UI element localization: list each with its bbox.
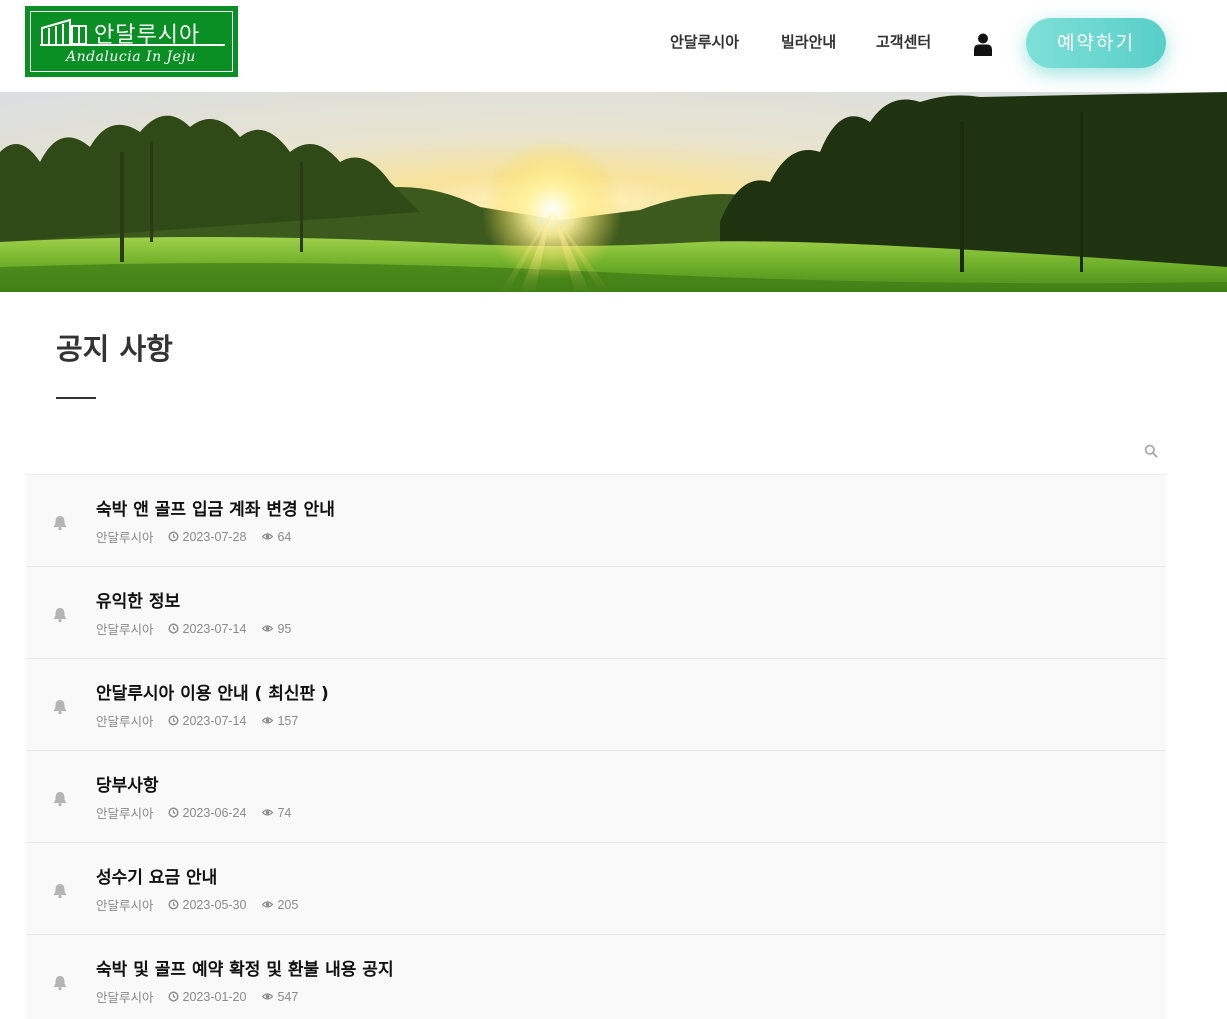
nav-item-customer-center[interactable]: 고객센터 <box>876 31 931 55</box>
notice-views-group: 157 <box>262 714 298 728</box>
notice-date-group: 2023-05-30 <box>168 897 247 912</box>
notice-views-group: 547 <box>262 990 298 1004</box>
notice-meta: 안달루시아 2023-07-14 95 <box>96 619 291 638</box>
reserve-button[interactable]: 예약하기 <box>1026 18 1166 68</box>
notice-views: 547 <box>277 989 299 1004</box>
logo-subtitle: Andalucia In Jeju <box>66 49 196 65</box>
notice-list: 숙박 앤 골프 입금 계좌 변경 안내 안달루시아 2023-07-28 64 … <box>26 475 1166 1019</box>
notice-views-group: 205 <box>262 898 298 912</box>
clock-icon <box>168 991 179 1002</box>
list-item[interactable]: 성수기 요금 안내 안달루시아 2023-05-30 205 <box>26 843 1166 935</box>
clock-icon <box>168 531 179 542</box>
notice-date: 2023-06-24 <box>182 805 247 820</box>
notice-date-group: 2023-01-20 <box>168 989 247 1004</box>
notice-author: 안달루시아 <box>96 899 154 913</box>
notice-views-group: 74 <box>262 806 291 820</box>
notice-views: 157 <box>277 713 299 728</box>
list-item[interactable]: 유익한 정보 안달루시아 2023-07-14 95 <box>26 567 1166 659</box>
list-item[interactable]: 숙박 및 골프 예약 확정 및 환불 내용 공지 안달루시아 2023-01-2… <box>26 935 1166 1019</box>
notice-meta: 안달루시아 2023-05-30 205 <box>96 895 298 914</box>
notice-views: 74 <box>277 805 292 820</box>
title-underline <box>56 397 96 399</box>
clock-icon <box>168 715 179 726</box>
site-header: 안달루시아 Andalucia In Jeju 안달루시아 빌라안내 고객센터 … <box>0 0 1227 92</box>
building-icon <box>41 18 87 46</box>
notice-date: 2023-07-14 <box>182 713 247 728</box>
notice-meta: 안달루시아 2023-01-20 547 <box>96 987 298 1006</box>
notice-title[interactable]: 안달루시아 이용 안내 ( 최신판 ) <box>96 679 329 704</box>
notice-meta: 안달루시아 2023-07-28 64 <box>96 527 291 546</box>
notice-title[interactable]: 숙박 앤 골프 입금 계좌 변경 안내 <box>96 495 335 520</box>
list-item[interactable]: 숙박 앤 골프 입금 계좌 변경 안내 안달루시아 2023-07-28 64 <box>26 475 1166 567</box>
golf-course-sunset-image <box>0 92 1227 292</box>
notice-author: 안달루시아 <box>96 715 154 729</box>
clock-icon <box>168 807 179 818</box>
clock-icon <box>168 623 179 634</box>
notice-date-group: 2023-06-24 <box>168 805 247 820</box>
list-item[interactable]: 당부사항 안달루시아 2023-06-24 74 <box>26 751 1166 843</box>
notice-date-group: 2023-07-28 <box>168 529 247 544</box>
notice-date: 2023-07-28 <box>182 529 247 544</box>
list-item[interactable]: 안달루시아 이용 안내 ( 최신판 ) 안달루시아 2023-07-14 157 <box>26 659 1166 751</box>
bell-icon <box>53 792 67 807</box>
eye-icon <box>262 625 274 632</box>
user-icon[interactable] <box>973 32 993 56</box>
page-title: 공지 사항 <box>56 332 173 366</box>
notice-title[interactable]: 숙박 및 골프 예약 확정 및 환불 내용 공지 <box>96 955 394 980</box>
notice-author: 안달루시아 <box>96 807 154 821</box>
notice-author: 안달루시아 <box>96 623 154 637</box>
bell-icon <box>53 608 67 623</box>
site-logo[interactable]: 안달루시아 Andalucia In Jeju <box>25 6 238 77</box>
notice-meta: 안달루시아 2023-07-14 157 <box>96 711 298 730</box>
bell-icon <box>53 884 67 899</box>
notice-date: 2023-05-30 <box>182 897 247 912</box>
notice-date: 2023-01-20 <box>182 989 247 1004</box>
notice-date-group: 2023-07-14 <box>168 713 247 728</box>
notice-date-group: 2023-07-14 <box>168 621 247 636</box>
eye-icon <box>262 993 274 1000</box>
eye-icon <box>262 901 274 908</box>
notice-date: 2023-07-14 <box>182 621 247 636</box>
nav-item-villa-info[interactable]: 빌라안내 <box>781 31 836 55</box>
notice-author: 안달루시아 <box>96 531 154 545</box>
eye-icon <box>262 717 274 724</box>
hero-banner <box>0 92 1227 292</box>
notice-title[interactable]: 유익한 정보 <box>96 587 180 612</box>
bell-icon <box>53 516 67 531</box>
notice-title[interactable]: 성수기 요금 안내 <box>96 863 217 888</box>
notice-meta: 안달루시아 2023-06-24 74 <box>96 803 291 822</box>
notice-views-group: 64 <box>262 530 291 544</box>
search-icon[interactable] <box>1144 444 1158 458</box>
nav-item-andalucia[interactable]: 안달루시아 <box>670 31 739 55</box>
bell-icon <box>53 700 67 715</box>
notice-views-group: 95 <box>262 622 291 636</box>
eye-icon <box>262 533 274 540</box>
bell-icon <box>53 976 67 991</box>
notice-views: 64 <box>277 529 292 544</box>
eye-icon <box>262 809 274 816</box>
notice-views: 205 <box>277 897 299 912</box>
notice-title[interactable]: 당부사항 <box>96 771 159 796</box>
notice-author: 안달루시아 <box>96 991 154 1005</box>
logo-divider <box>40 44 225 46</box>
clock-icon <box>168 899 179 910</box>
notice-views: 95 <box>277 621 292 636</box>
